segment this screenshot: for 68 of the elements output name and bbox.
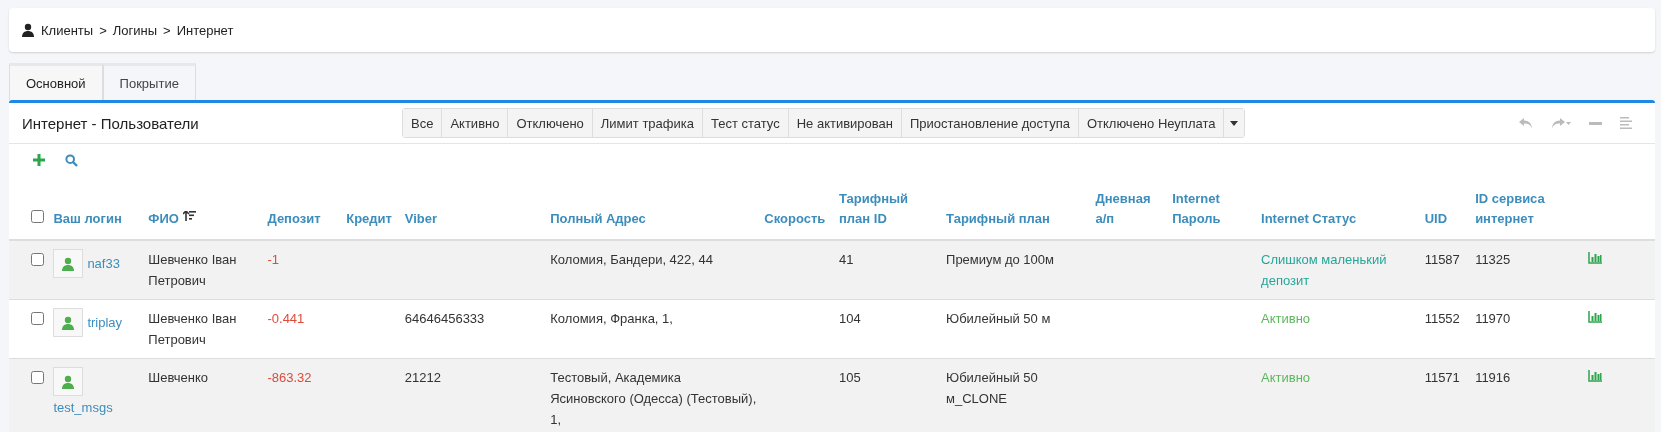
status-text: Активно (1261, 311, 1311, 326)
bar-chart-icon[interactable] (1588, 252, 1603, 264)
table-cell: Коломия, Бандери, 422, 44 (550, 252, 713, 267)
deposit-value: -1 (267, 252, 280, 267)
login-link[interactable]: test_msgs (53, 400, 113, 416)
user-icon (61, 374, 76, 389)
add-icon[interactable] (33, 154, 45, 166)
undo-icon[interactable] (1519, 117, 1533, 129)
table-cell: Шевченко (148, 370, 209, 385)
breadcrumb-separator: > (163, 22, 171, 38)
table-cell: 11325 (1475, 252, 1511, 267)
breadcrumb-item[interactable]: Логины (112, 22, 158, 38)
redo-icon[interactable] (1551, 117, 1571, 129)
table-cell: Коломия, Франка, 1, (550, 311, 673, 326)
row-checkbox[interactable] (31, 253, 44, 266)
bar-chart-icon[interactable] (1588, 370, 1603, 382)
deposit-value: -0.441 (267, 311, 305, 326)
table-cell: Шевченко Іван Петрович (148, 311, 237, 347)
minimize-icon[interactable] (1589, 121, 1602, 125)
filter-button[interactable]: Приостановление доступа (902, 109, 1079, 137)
row-checkbox[interactable] (31, 371, 44, 384)
avatar-button[interactable] (53, 249, 84, 278)
filter-button[interactable]: Активно (442, 109, 509, 137)
tab[interactable]: Основной (9, 63, 103, 100)
login-link[interactable]: naf33 (87, 256, 120, 271)
status-text: Слишком маленький депозит (1261, 252, 1387, 288)
table-cell: 11587 (1424, 252, 1460, 267)
login-link[interactable]: triplay (87, 315, 123, 330)
filter-button[interactable]: Отключено Неуплата (1078, 109, 1225, 137)
caret-icon (1230, 120, 1239, 126)
filter-button[interactable]: Все (403, 109, 443, 137)
row-checkbox[interactable] (31, 312, 44, 325)
filter-button[interactable]: Тест статус (702, 109, 789, 137)
table-cell: Тестовый, Академика Ясиновского (Одесса) (Тестовый), 1, (550, 370, 757, 427)
status-text: Активно (1261, 370, 1311, 385)
select-all-checkbox[interactable] (31, 210, 44, 223)
table-cell: 11571 (1424, 370, 1460, 385)
table-cell: 104 (839, 311, 861, 326)
user-icon (21, 23, 35, 37)
table-cell: 11552 (1424, 311, 1460, 326)
breadcrumb-separator: > (99, 22, 107, 38)
filter-button[interactable]: Не активирован (788, 109, 902, 137)
filter-button[interactable]: Лимит трафика (592, 109, 703, 137)
table-cell: Премиум до 100м (946, 252, 1054, 267)
search-icon[interactable] (65, 154, 78, 167)
user-icon (61, 315, 76, 330)
table-cell: 11916 (1475, 370, 1511, 385)
dropdown-button[interactable] (1224, 109, 1245, 137)
sort-icon[interactable] (182, 211, 196, 223)
avatar-button[interactable] (53, 308, 84, 337)
table-cell: Юбилейный 50 м_CLONE (946, 370, 1038, 406)
breadcrumb-item[interactable]: Клиенты (41, 22, 94, 38)
panel-title: Интернет - Пользователи (22, 114, 200, 132)
table-cell: 11970 (1475, 311, 1511, 326)
user-icon (61, 256, 76, 271)
table-cell: 64646456333 (404, 311, 485, 326)
deposit-value: -863.32 (267, 370, 312, 385)
breadcrumb-item[interactable]: Интернет (176, 22, 234, 38)
filter-button[interactable]: Отключено (508, 109, 593, 137)
table-cell: 105 (839, 370, 861, 385)
avatar-button[interactable] (53, 367, 84, 396)
table-cell: 21212 (404, 370, 441, 385)
menu-icon[interactable] (1620, 117, 1632, 129)
table-cell: Юбилейный 50 м (946, 311, 1051, 326)
bar-chart-icon[interactable] (1588, 311, 1603, 323)
tab[interactable]: Покрытие (102, 63, 196, 100)
table-cell: 41 (839, 252, 854, 267)
table-cell: Шевченко Іван Петрович (148, 252, 237, 288)
